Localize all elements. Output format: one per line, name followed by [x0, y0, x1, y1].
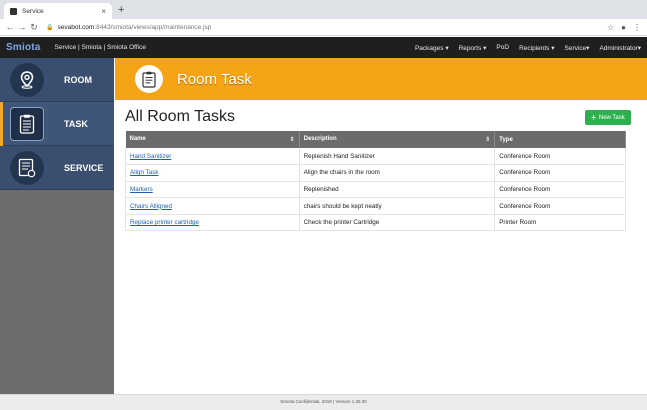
column-header-type[interactable]: Type	[494, 131, 626, 148]
browser-tab-bar: Service × +	[0, 0, 647, 19]
back-icon[interactable]: ←	[4, 22, 16, 32]
profile-icon[interactable]: ●	[621, 23, 626, 32]
browser-menu-icon[interactable]: ⋮	[633, 23, 641, 32]
menu-administrator[interactable]: Administrator▾	[599, 44, 641, 52]
task-link[interactable]: Replace printer cartridge	[130, 219, 199, 226]
cell-name: Hand Sanitizer	[125, 148, 300, 166]
clipboard-checklist-icon	[135, 65, 163, 93]
cell-description: Check the printer Cartridge	[299, 214, 496, 232]
cell-type: Conference Room	[494, 181, 626, 199]
menu-service[interactable]: Service▾	[565, 44, 590, 52]
sidebar-item-room[interactable]: ROOM	[0, 58, 114, 102]
cell-type: Printer Room	[494, 214, 626, 232]
column-header-description[interactable]: Description ⇕	[299, 131, 496, 148]
app-navbar: Smiota Service | Smiota | Smiota Office …	[0, 37, 647, 58]
section-header: Room Task	[115, 58, 647, 100]
table-row: Chairs Alligned chairs should be kept ne…	[125, 197, 626, 215]
page-title: All Room Tasks	[125, 108, 235, 125]
checklist-icon	[10, 106, 44, 141]
sidebar-item-label: ROOM	[64, 74, 92, 85]
new-task-label: New Task	[598, 114, 625, 121]
menu-reports[interactable]: Reports ▾	[459, 44, 487, 52]
cell-description: Replenished	[299, 181, 496, 199]
sidebar-item-task[interactable]: TASK	[0, 102, 114, 146]
forward-icon[interactable]: →	[16, 22, 28, 32]
sort-icon[interactable]: ⇕	[485, 136, 490, 143]
page-footer: Smiota Confidential, 2019 | Version 1.25…	[0, 394, 647, 410]
top-menu: Packages ▾ Reports ▾ PoD Recipients ▾ Se…	[415, 44, 641, 52]
cell-description: chairs should be kept neatly	[299, 197, 496, 215]
cell-name: Chairs Alligned	[125, 197, 300, 215]
task-link[interactable]: Chairs Alligned	[130, 203, 172, 210]
sidebar-item-label: TASK	[64, 118, 88, 129]
table-row: Replace printer cartridge Check the prin…	[125, 214, 626, 232]
sidebar: ROOM TASK SERVICE	[0, 58, 114, 394]
cell-name: Markers	[125, 181, 300, 199]
column-header-name[interactable]: Name ⇕	[125, 131, 300, 148]
table-row: Markers Replenished Conference Room	[125, 181, 626, 199]
cell-type: Conference Room	[494, 164, 626, 182]
new-task-button[interactable]: + New Task	[585, 110, 631, 125]
close-tab-icon[interactable]: ×	[101, 7, 106, 16]
cell-type: Conference Room	[494, 197, 626, 215]
cell-name: Replace printer cartridge	[125, 214, 300, 232]
table-header-row: Name ⇕ Description ⇕ Type	[125, 131, 626, 148]
url-host: sevabot.com	[57, 23, 95, 31]
table-row: Hand Sanitizer Replenish Hand Sanitizer …	[125, 148, 626, 166]
sort-icon[interactable]: ⇕	[290, 136, 295, 143]
cell-description: Replenish Hand Sanitizer	[299, 148, 496, 166]
menu-pod[interactable]: PoD	[496, 44, 509, 51]
menu-recipients[interactable]: Recipients ▾	[519, 44, 554, 52]
address-bar[interactable]: 🔒 sevabot.com:8443/smiota/views/app/main…	[46, 21, 607, 33]
menu-packages[interactable]: Packages ▾	[415, 44, 449, 52]
cell-name: Align Task	[125, 164, 300, 182]
browser-tab-title: Service	[22, 7, 44, 15]
lock-icon: 🔒	[46, 24, 54, 31]
browser-tab[interactable]: Service ×	[4, 3, 112, 19]
cell-type: Conference Room	[494, 148, 626, 166]
task-link[interactable]: Align Task	[130, 169, 159, 176]
reload-icon[interactable]: ↻	[28, 22, 40, 33]
sidebar-item-service[interactable]: SERVICE	[0, 146, 114, 190]
url-path: :8443/smiota/views/app/maintenance.jsp	[94, 23, 212, 31]
browser-toolbar: ← → ↻ 🔒 sevabot.com:8443/smiota/views/ap…	[0, 19, 647, 36]
task-link[interactable]: Hand Sanitizer	[130, 153, 171, 160]
bookmark-star-icon[interactable]: ☆	[607, 23, 614, 32]
brand-logo[interactable]: Smiota	[6, 42, 41, 53]
task-link[interactable]: Markers	[130, 186, 153, 193]
room-tasks-table: Name ⇕ Description ⇕ Type Hand Sanitizer R…	[125, 131, 626, 232]
table-row: Align Task Align the chairs in the room …	[125, 164, 626, 182]
breadcrumb: Service | Smiota | Smiota Office	[54, 44, 146, 51]
cell-description: Align the chairs in the room	[299, 164, 496, 182]
sidebar-item-label: SERVICE	[64, 162, 104, 173]
section-title: Room Task	[177, 70, 252, 88]
plus-icon: +	[591, 113, 596, 122]
location-pin-icon	[10, 62, 44, 97]
service-list-icon	[10, 150, 44, 185]
new-tab-button[interactable]: +	[118, 3, 124, 17]
favicon-icon	[10, 7, 17, 15]
